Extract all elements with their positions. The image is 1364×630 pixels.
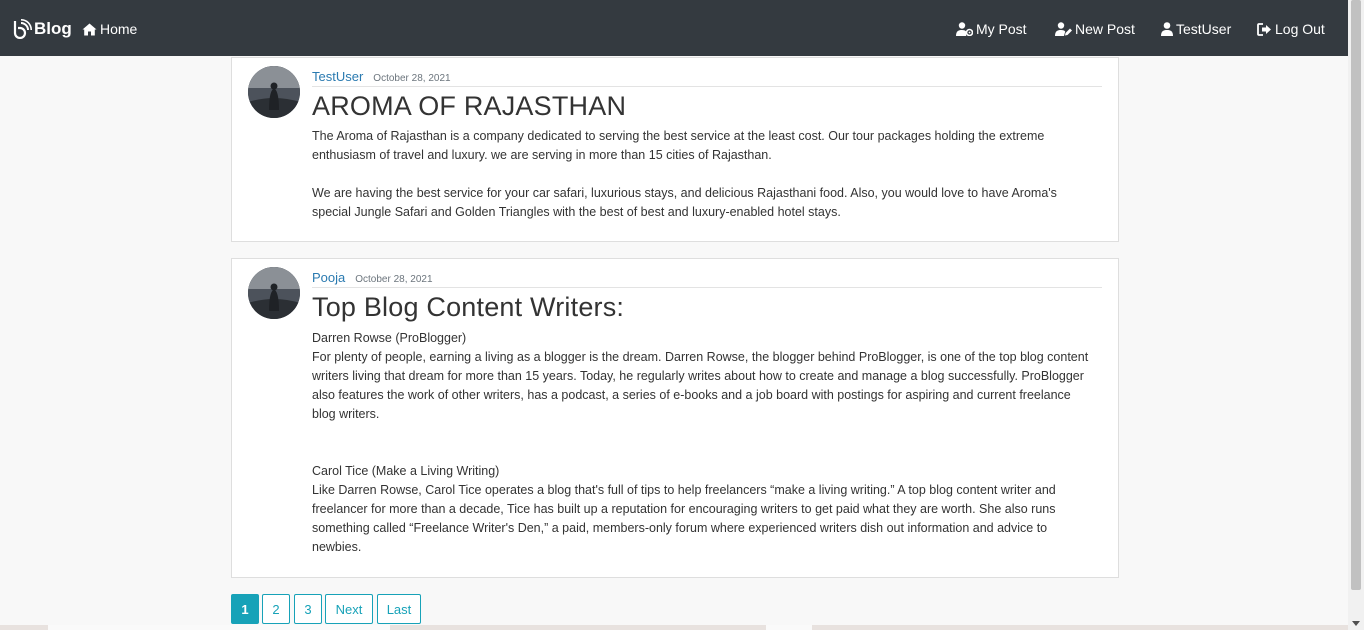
sign-out-icon xyxy=(1257,22,1271,36)
author-avatar xyxy=(248,66,300,118)
user-gear-icon xyxy=(956,22,973,36)
home-icon xyxy=(82,23,97,35)
page-2-button[interactable]: 2 xyxy=(262,594,290,624)
top-navbar: Blog Home My Post New Post TestUser Log … xyxy=(0,0,1348,56)
nav-logout-link[interactable]: Log Out xyxy=(1257,19,1325,39)
nav-user-label: TestUser xyxy=(1176,21,1232,37)
post-paragraph: The Aroma of Rajasthan is a company dedi… xyxy=(312,129,1045,162)
post-content: The Aroma of Rajasthan is a company dedi… xyxy=(312,127,1092,222)
page-1-button[interactable]: 1 xyxy=(231,594,259,624)
page-3-button[interactable]: 3 xyxy=(294,594,322,624)
post-meta: TestUser October 28, 2021 xyxy=(312,69,1102,87)
user-edit-icon xyxy=(1055,22,1072,36)
vertical-scrollbar[interactable] xyxy=(1348,0,1364,630)
post-date: October 28, 2021 xyxy=(373,73,451,84)
post-meta: Pooja October 28, 2021 xyxy=(312,270,1102,288)
post-title: Top Blog Content Writers: xyxy=(312,292,625,322)
post-paragraph: Like Darren Rowse, Carol Tice operates a… xyxy=(312,483,1056,554)
nav-home-label: Home xyxy=(100,21,138,37)
post-paragraph: For plenty of people, earning a living a… xyxy=(312,350,1089,421)
user-icon xyxy=(1161,22,1173,36)
post-date: October 28, 2021 xyxy=(355,274,433,285)
nav-new-post-label: New Post xyxy=(1075,21,1135,37)
next-page-button[interactable]: Next xyxy=(325,594,373,624)
post-card: Pooja October 28, 2021 Top Blog Content … xyxy=(231,258,1119,578)
scroll-down-arrow-icon[interactable] xyxy=(1352,621,1360,626)
blog-logo-icon xyxy=(13,19,32,39)
nav-logout-label: Log Out xyxy=(1275,21,1325,37)
nav-new-post-link[interactable]: New Post xyxy=(1055,19,1135,39)
nav-my-post-label: My Post xyxy=(976,21,1027,37)
post-title: AROMA OF RAJASTHAN xyxy=(312,91,627,121)
bottom-edge xyxy=(0,625,1348,630)
brand-label: Blog xyxy=(34,19,72,38)
author-avatar xyxy=(248,267,300,319)
last-page-button[interactable]: Last xyxy=(377,594,421,624)
scrollbar-thumb[interactable] xyxy=(1351,0,1361,590)
nav-my-post-link[interactable]: My Post xyxy=(956,19,1027,39)
nav-user-link[interactable]: TestUser xyxy=(1161,19,1231,39)
post-paragraph: Darren Rowse (ProBlogger) xyxy=(312,331,467,345)
post-author-link[interactable]: Pooja xyxy=(312,270,345,285)
post-paragraph: We are having the best service for your … xyxy=(312,186,1057,219)
post-author-link[interactable]: TestUser xyxy=(312,69,363,84)
post-card: TestUser October 28, 2021 AROMA OF RAJAS… xyxy=(231,57,1119,242)
nav-home-link[interactable]: Home xyxy=(82,19,137,39)
post-content: Darren Rowse (ProBlogger) For plenty of … xyxy=(312,329,1092,557)
brand-link[interactable]: Blog xyxy=(12,17,72,41)
post-paragraph: Carol Tice (Make a Living Writing) xyxy=(312,464,500,478)
